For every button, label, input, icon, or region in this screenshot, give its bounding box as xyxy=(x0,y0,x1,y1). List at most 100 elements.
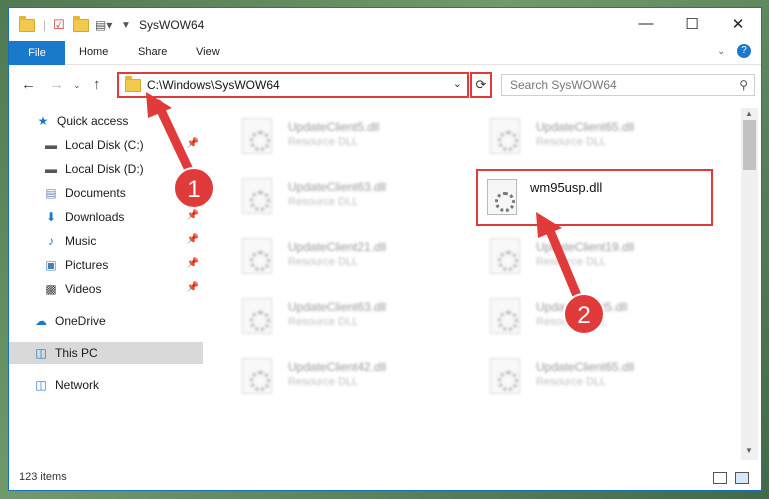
sidebar-item-quick-access[interactable]: ★ Quick access xyxy=(9,110,203,132)
drive-icon: ▬ xyxy=(45,162,57,176)
folder-icon xyxy=(125,75,141,92)
sidebar-item-label: Videos xyxy=(65,282,102,296)
sidebar-item-label: OneDrive xyxy=(55,314,106,328)
sidebar-item-music[interactable]: ♪ Music 📌 xyxy=(9,230,203,252)
cloud-icon: ☁ xyxy=(35,314,47,328)
sidebar-item-local-disk-c[interactable]: ▬ Local Disk (C:) 📌 xyxy=(9,134,203,156)
navigation-pane: ★ Quick access ▬ Local Disk (C:) 📌 ▬ Loc… xyxy=(9,108,204,460)
sidebar-item-label: Pictures xyxy=(65,258,109,272)
recent-locations-icon[interactable]: ⌄ xyxy=(73,80,81,91)
sidebar-item-pictures[interactable]: ▣ Pictures 📌 xyxy=(9,254,203,276)
documents-icon: ▤ xyxy=(45,186,57,200)
sidebar-item-this-pc[interactable]: ◫ This PC xyxy=(9,342,203,364)
maximize-button[interactable]: ☐ xyxy=(669,8,715,39)
list-item[interactable]: UpdateClient5.dll Resource DLL xyxy=(224,110,454,160)
refresh-button[interactable]: ⟳ xyxy=(470,72,492,98)
dll-file-icon xyxy=(242,298,272,334)
sidebar-item-network[interactable]: ◫ Network xyxy=(9,374,203,396)
star-icon: ★ xyxy=(37,114,49,128)
forward-arrow-icon[interactable]: → xyxy=(49,76,64,93)
list-item[interactable]: UpdateClient21.dll Resource DLL xyxy=(224,230,454,280)
sidebar-item-label: Music xyxy=(65,234,97,248)
sidebar-item-label: Network xyxy=(55,378,100,392)
minimize-button[interactable]: — xyxy=(623,8,669,39)
sidebar-item-onedrive[interactable]: ☁ OneDrive xyxy=(9,310,203,332)
drive-icon: ▬ xyxy=(45,138,57,152)
item-count: 123 items xyxy=(19,471,67,483)
computer-icon: ◫ xyxy=(35,346,47,360)
dll-file-icon xyxy=(490,238,520,274)
list-item[interactable]: UpdateClient63.dll Resource DLL xyxy=(224,290,454,340)
address-bar[interactable]: C:\Windows\SysWOW64 ⌄ xyxy=(117,72,469,98)
dll-file-icon xyxy=(490,118,520,154)
sidebar-item-label: Downloads xyxy=(65,210,125,224)
up-arrow-icon[interactable]: ↑ xyxy=(93,76,101,93)
back-arrow-icon[interactable]: ← xyxy=(21,76,36,93)
sidebar-item-label: Documents xyxy=(65,186,126,200)
download-icon: ⬇ xyxy=(45,210,57,224)
close-button[interactable]: ✕ xyxy=(715,8,761,39)
videos-icon: ▩ xyxy=(45,282,57,296)
list-item[interactable]: UpdateClient63.dll Resource DLL xyxy=(224,170,454,220)
separator-icon: | xyxy=(43,18,47,32)
tab-share[interactable]: Share xyxy=(138,46,167,58)
scrollbar-thumb[interactable] xyxy=(743,120,756,170)
search-icon: ⚲ xyxy=(739,78,748,92)
dll-file-icon xyxy=(490,298,520,334)
search-input[interactable]: Search SysWOW64 ⚲ xyxy=(501,74,755,96)
list-item[interactable]: UpdateClient5.dll Resource DLL xyxy=(472,290,702,340)
pin-icon[interactable]: 📌 xyxy=(187,258,199,269)
properties-icon[interactable]: ☑ xyxy=(53,16,65,34)
pin-icon[interactable]: 📌 xyxy=(187,282,199,293)
network-icon: ◫ xyxy=(35,378,47,392)
chevron-down-icon[interactable]: ⌄ xyxy=(453,77,462,90)
list-item[interactable]: UpdateClient42.dll Resource DLL xyxy=(224,350,454,400)
tab-home[interactable]: Home xyxy=(79,46,108,58)
file-name: wm95usp.dll xyxy=(530,180,603,195)
list-item[interactable]: UpdateClient19.dll Resource DLL xyxy=(472,230,702,280)
ribbon-tabs: File Home Share View ⌄ ? xyxy=(9,41,761,65)
dll-file-icon xyxy=(242,358,272,394)
list-item[interactable]: UpdateClient65.dll Resource DLL xyxy=(472,110,702,160)
pin-icon[interactable]: 📌 xyxy=(187,234,199,245)
title-bar: | ☑ ▤▾ ▼ SysWOW64 — ☐ ✕ xyxy=(9,8,761,41)
sidebar-item-downloads[interactable]: ⬇ Downloads 📌 xyxy=(9,206,203,228)
pin-icon[interactable]: 📌 xyxy=(187,210,199,221)
music-icon: ♪ xyxy=(48,234,54,248)
customize-toolbar-icon[interactable]: ▤▾ xyxy=(95,16,112,34)
help-icon[interactable]: ? xyxy=(737,44,751,58)
details-view-icon[interactable] xyxy=(713,472,727,484)
window-title: SysWOW64 xyxy=(139,18,205,32)
folder-icon[interactable] xyxy=(19,15,35,34)
pin-icon[interactable]: 📌 xyxy=(187,138,199,149)
tab-file[interactable]: File xyxy=(9,41,65,65)
search-placeholder: Search SysWOW64 xyxy=(510,78,617,92)
sidebar-item-videos[interactable]: ▩ Videos 📌 xyxy=(9,278,203,300)
sidebar-item-label: Local Disk (C:) xyxy=(65,138,144,152)
chevron-down-icon[interactable]: ▼ xyxy=(121,16,131,34)
address-row: ← → ⌄ ↑ C:\Windows\SysWOW64 ⌄ ⟳ Search S… xyxy=(9,66,761,104)
large-icons-view-icon[interactable] xyxy=(735,472,749,484)
pictures-icon: ▣ xyxy=(45,258,57,272)
sidebar-item-documents[interactable]: ▤ Documents xyxy=(9,182,203,204)
dll-file-icon xyxy=(242,178,272,214)
dll-file-icon xyxy=(490,358,520,394)
sidebar-item-local-disk-d[interactable]: ▬ Local Disk (D:) xyxy=(9,158,203,180)
scroll-up-icon[interactable]: ▲ xyxy=(745,109,753,118)
status-bar: 123 items xyxy=(9,467,761,490)
file-list: UpdateClient5.dll Resource DLL UpdateCli… xyxy=(214,108,739,460)
vertical-scrollbar[interactable]: ▲ ▼ xyxy=(741,108,758,460)
sidebar-item-label: Quick access xyxy=(57,114,129,128)
explorer-window: | ☑ ▤▾ ▼ SysWOW64 — ☐ ✕ File Home Share … xyxy=(8,7,762,491)
sidebar-item-label: Local Disk (D:) xyxy=(65,162,144,176)
scroll-down-icon[interactable]: ▼ xyxy=(745,446,753,455)
dll-file-icon xyxy=(242,118,272,154)
address-path: C:\Windows\SysWOW64 xyxy=(147,78,280,92)
tab-view[interactable]: View xyxy=(196,46,220,58)
list-item[interactable]: UpdateClient65.dll Resource DLL xyxy=(472,350,702,400)
new-folder-icon[interactable] xyxy=(73,15,89,34)
expand-ribbon-icon[interactable]: ⌄ xyxy=(717,46,725,57)
highlighted-file-wm95usp[interactable]: wm95usp.dll xyxy=(476,169,713,226)
dll-file-icon xyxy=(242,238,272,274)
sidebar-item-label: This PC xyxy=(55,346,98,360)
